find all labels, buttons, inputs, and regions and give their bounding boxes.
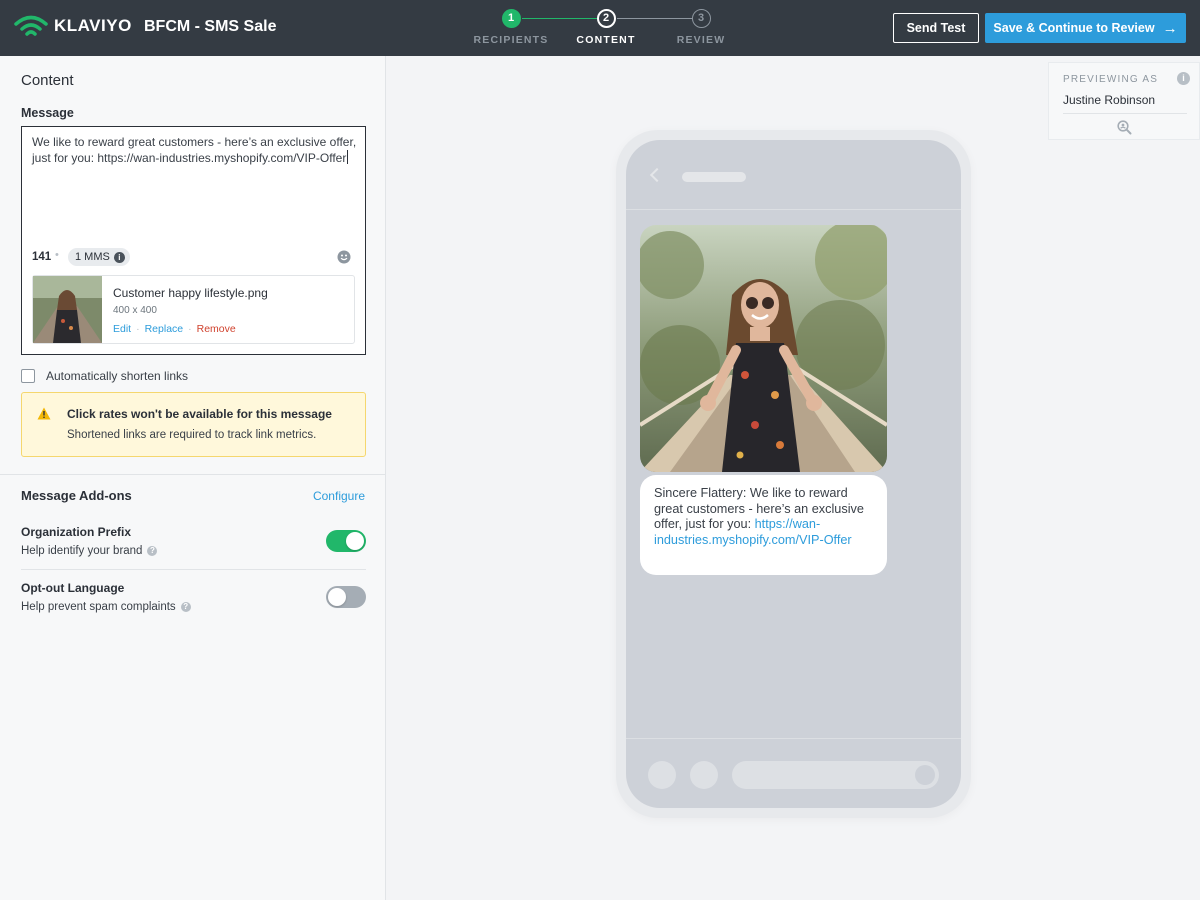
step-content[interactable]: 2 CONTENT	[561, 9, 651, 46]
shorten-links-label[interactable]: Automatically shorten links	[46, 369, 188, 383]
attachment-filename: Customer happy lifestyle.png	[113, 286, 268, 300]
previewing-profile-name[interactable]: Justine Robinson	[1063, 93, 1155, 107]
info-icon[interactable]: i	[113, 251, 125, 263]
step-number: 1	[501, 9, 521, 28]
mms-badge: 1 MMS i	[68, 248, 130, 266]
addon-name: Opt-out Language	[21, 581, 125, 595]
remove-attachment-link[interactable]: Remove	[197, 323, 236, 335]
previewing-as-label: PREVIEWING AS	[1063, 74, 1159, 85]
addon-organization-prefix: Organization Prefix Help identify your b…	[21, 525, 366, 557]
sms-message-bubble: Sincere Flattery: We like to reward grea…	[640, 475, 887, 575]
addon-opt-out-language: Opt-out Language Help prevent spam compl…	[21, 581, 366, 613]
phone-compose-bar	[626, 738, 961, 808]
addon-description-text: Help identify your brand	[21, 545, 143, 557]
message-textarea[interactable]: We like to reward great customers - here…	[32, 134, 357, 166]
attachment-card: Customer happy lifestyle.png 400 x 400 E…	[32, 275, 355, 344]
step-label: RECIPIENTS	[473, 34, 549, 46]
info-icon[interactable]: i	[1177, 72, 1190, 85]
compose-input-placeholder	[732, 761, 939, 789]
step-label: REVIEW	[676, 34, 726, 46]
mms-badge-label: 1 MMS	[75, 251, 110, 263]
text-cursor	[347, 150, 349, 164]
panel-title: Content	[21, 72, 74, 89]
shorten-links-checkbox[interactable]	[21, 369, 35, 383]
click-rate-warning: Click rates won't be available for this …	[21, 392, 366, 457]
addon-name: Organization Prefix	[21, 525, 132, 539]
action-separator: ·	[188, 323, 192, 335]
klaviyo-logo[interactable]: KLAVIYO	[14, 14, 132, 38]
configure-link[interactable]: Configure	[313, 489, 365, 503]
previewing-as-card: PREVIEWING AS i Justine Robinson	[1048, 62, 1200, 140]
warning-triangle-icon	[37, 407, 51, 425]
phone-mockup: Sincere Flattery: We like to reward grea…	[616, 130, 971, 818]
progress-stepper: 1 RECIPIENTS 2 CONTENT 3 REVIEW	[470, 9, 740, 49]
smiley-icon[interactable]	[337, 250, 351, 264]
row-divider	[21, 569, 366, 570]
step-number: 3	[691, 9, 711, 28]
replace-attachment-link[interactable]: Replace	[145, 323, 184, 335]
attachment-actions: Edit · Replace · Remove	[113, 323, 236, 335]
arrow-right-icon: →	[1162, 19, 1178, 37]
warning-title: Click rates won't be available for this …	[67, 407, 332, 421]
question-icon[interactable]: ?	[180, 602, 191, 612]
sms-preview-area: PREVIEWING AS i Justine Robinson Sincere…	[386, 56, 1200, 900]
phone-screen: Sincere Flattery: We like to reward grea…	[626, 140, 961, 808]
mms-image	[640, 225, 887, 472]
step-number: 2	[596, 9, 616, 28]
klaviyo-wifi-logo-icon	[14, 14, 48, 38]
character-count: 141	[32, 251, 52, 263]
addon-description: Help identify your brand ?	[21, 545, 366, 557]
opt-out-language-toggle[interactable]	[326, 586, 366, 608]
step-label: CONTENT	[576, 34, 636, 46]
send-placeholder	[915, 765, 935, 785]
section-divider	[0, 474, 386, 475]
action-separator: ·	[136, 323, 140, 335]
organization-prefix-toggle[interactable]	[326, 530, 366, 552]
content-editor-panel: Content Message We like to reward great …	[0, 56, 386, 900]
contact-name-placeholder	[682, 172, 746, 182]
toggle-knob	[346, 532, 364, 550]
attachment-dimensions: 400 x 400	[113, 305, 157, 316]
question-icon[interactable]: ?	[147, 546, 158, 556]
organization-prefix-text: Sincere Flattery:	[654, 486, 750, 500]
addon-description-text: Help prevent spam complaints	[21, 601, 176, 613]
save-continue-button[interactable]: Save & Continue to Review →	[985, 13, 1186, 43]
addons-title: Message Add-ons	[21, 488, 132, 503]
card-divider	[1063, 113, 1187, 114]
brand-name: KLAVIYO	[54, 16, 132, 35]
message-editor[interactable]: We like to reward great customers - here…	[21, 126, 366, 355]
chevron-left-icon	[649, 167, 665, 183]
addon-description: Help prevent spam complaints ?	[21, 601, 366, 613]
save-continue-label: Save & Continue to Review	[993, 21, 1155, 35]
step-review[interactable]: 3 REVIEW	[656, 9, 746, 46]
shorten-links-row[interactable]: Automatically shorten links	[21, 369, 188, 383]
step-recipients[interactable]: 1 RECIPIENTS	[466, 9, 556, 46]
message-label: Message	[21, 106, 74, 120]
campaign-title: BFCM - SMS Sale	[144, 18, 277, 35]
message-text: We like to reward great customers - here…	[32, 135, 357, 165]
send-test-button[interactable]: Send Test	[893, 13, 979, 43]
separator-dot: •	[55, 249, 59, 261]
phone-header	[626, 140, 961, 210]
top-navigation-bar: KLAVIYO BFCM - SMS Sale 1 RECIPIENTS 2 C…	[0, 0, 1200, 56]
apps-placeholder	[690, 761, 718, 789]
zoom-icon[interactable]	[1117, 120, 1132, 140]
toggle-knob	[328, 588, 346, 606]
camera-placeholder	[648, 761, 676, 789]
attachment-thumbnail	[33, 276, 102, 343]
edit-attachment-link[interactable]: Edit	[113, 323, 131, 335]
warning-body: Shortened links are required to track li…	[67, 429, 317, 441]
